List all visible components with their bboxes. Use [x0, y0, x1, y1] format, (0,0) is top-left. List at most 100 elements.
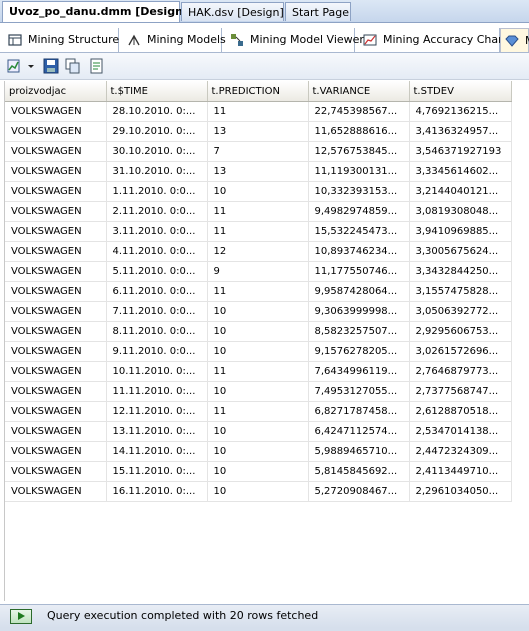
table-cell: 9,4982974859... — [308, 201, 410, 222]
table-cell: 11 — [207, 401, 309, 422]
table-cell: 6,4247112574... — [308, 421, 410, 442]
grid-header-row: proizvodjac t.$TIME t.PREDICTION t.VARIANCE… — [5, 81, 512, 102]
table-cell: 7,4953127055... — [308, 381, 410, 402]
copy-icon[interactable] — [64, 57, 82, 75]
tab-mining-accuracy-chart[interactable]: Mining Accuracy Chart — [355, 28, 507, 52]
table-row[interactable]: VOLKSWAGEN 1.11.2010. 0:0... 10 10,33239315… — [5, 181, 512, 202]
table-cell: VOLKSWAGEN — [5, 261, 107, 282]
tab-label: Mining Accuracy Chart — [383, 33, 507, 46]
table-cell: VOLKSWAGEN — [5, 301, 107, 322]
table-cell: 12,576753845... — [308, 141, 410, 162]
table-cell: 10 — [207, 461, 309, 482]
save-icon[interactable] — [42, 57, 60, 75]
table-row[interactable]: VOLKSWAGEN 2.11.2010. 0:0... 11 9,498297485… — [5, 201, 512, 222]
chevron-down-icon[interactable] — [26, 57, 36, 75]
table-cell: VOLKSWAGEN — [5, 361, 107, 382]
table-cell: 3,0819308048... — [409, 201, 512, 222]
table-row[interactable]: VOLKSWAGEN 30.10.2010. 0:... 7 12,576753845… — [5, 141, 512, 162]
tab-mining-models[interactable]: Mining Models — [119, 28, 226, 52]
table-cell: 22,745398567... — [308, 101, 410, 122]
column-header[interactable]: proizvodjac — [5, 81, 107, 102]
mining-models-icon — [128, 34, 140, 46]
table-cell: 28.10.2010. 0:... — [106, 101, 208, 122]
table-cell: 7.11.2010. 0:0... — [106, 301, 208, 322]
tab-start-page[interactable]: Start Page — [285, 2, 351, 21]
table-cell: 11 — [207, 101, 309, 122]
table-cell: VOLKSWAGEN — [5, 381, 107, 402]
column-header[interactable]: t.VARIANCE — [308, 81, 410, 102]
table-cell: 9 — [207, 261, 309, 282]
tab-uvoz-dmm-design[interactable]: Uvoz_po_danu.dmm [Design] — [2, 1, 188, 22]
table-cell: 10 — [207, 381, 309, 402]
results-grid[interactable]: proizvodjac t.$TIME t.PREDICTION t.VARIANCE… — [4, 81, 529, 601]
tab-hak-dsv-design[interactable]: HAK.dsv [Design] — [181, 2, 284, 21]
table-cell: 3,2144040121... — [409, 181, 512, 202]
column-header[interactable]: t.$TIME — [106, 81, 208, 102]
table-cell: 10 — [207, 341, 309, 362]
model-viewer-icon — [231, 34, 243, 46]
table-cell: VOLKSWAGEN — [5, 101, 107, 122]
table-cell: 8.11.2010. 0:0... — [106, 321, 208, 342]
table-cell: 2,5347014138... — [409, 421, 512, 442]
table-row[interactable]: VOLKSWAGEN 29.10.2010. 0:... 13 11,65288861… — [5, 121, 512, 142]
table-cell: 10,893746234... — [308, 241, 410, 262]
query-complete-icon[interactable] — [10, 609, 32, 624]
table-cell: VOLKSWAGEN — [5, 481, 107, 502]
table-row[interactable]: VOLKSWAGEN 5.11.2010. 0:0... 9 11,177550746… — [5, 261, 512, 282]
table-row[interactable]: VOLKSWAGEN 11.11.2010. 0:... 10 7,495312705… — [5, 381, 512, 402]
tab-mining-structure[interactable]: Mining Structure — [0, 28, 119, 52]
table-cell: VOLKSWAGEN — [5, 141, 107, 162]
table-cell: 7 — [207, 141, 309, 162]
tab-label: M — [525, 34, 529, 47]
tab-mining-model-viewer[interactable]: Mining Model Viewer — [222, 28, 364, 52]
table-row[interactable]: VOLKSWAGEN 31.10.2010. 0:... 13 11,11930013… — [5, 161, 512, 182]
table-row[interactable]: VOLKSWAGEN 10.11.2010. 0:... 11 7,643499611… — [5, 361, 512, 382]
table-cell: 2,4472324309... — [409, 441, 512, 462]
prediction-query-icon — [505, 35, 519, 47]
table-row[interactable]: VOLKSWAGEN 3.11.2010. 0:0... 11 15,53224547… — [5, 221, 512, 242]
table-row[interactable]: VOLKSWAGEN 16.11.2010. 0:... 10 5,272090846… — [5, 481, 512, 502]
table-cell: 11 — [207, 281, 309, 302]
table-cell: 3,4136324957... — [409, 121, 512, 142]
table-row[interactable]: VOLKSWAGEN 14.11.2010. 0:... 10 5,988946571… — [5, 441, 512, 462]
table-cell: VOLKSWAGEN — [5, 421, 107, 442]
table-cell: VOLKSWAGEN — [5, 441, 107, 462]
designer-tab-bar: Mining Structure Mining Models Mining Mo… — [0, 28, 529, 53]
table-row[interactable]: VOLKSWAGEN 12.11.2010. 0:... 11 6,827178745… — [5, 401, 512, 422]
table-cell: 10 — [207, 301, 309, 322]
table-cell: 11 — [207, 361, 309, 382]
table-row[interactable]: VOLKSWAGEN 6.11.2010. 0:0... 11 9,958742806… — [5, 281, 512, 302]
table-row[interactable]: VOLKSWAGEN 15.11.2010. 0:... 10 5,814584569… — [5, 461, 512, 482]
table-cell: 3,1557475828... — [409, 281, 512, 302]
table-row[interactable]: VOLKSWAGEN 28.10.2010. 0:... 11 22,74539856… — [5, 101, 512, 122]
mining-structure-icon — [8, 34, 22, 46]
table-cell: 29.10.2010. 0:... — [106, 121, 208, 142]
table-cell: VOLKSWAGEN — [5, 401, 107, 422]
column-header[interactable]: t.PREDICTION — [207, 81, 309, 102]
tab-label: Mining Models — [147, 33, 226, 46]
table-cell: 2,2961034050... — [409, 481, 512, 502]
table-cell: 9,9587428064... — [308, 281, 410, 302]
table-cell: 2,6128870518... — [409, 401, 512, 422]
table-cell: 11,652888616... — [308, 121, 410, 142]
export-icon[interactable] — [88, 57, 106, 75]
table-cell: 5,9889465710... — [308, 441, 410, 462]
table-row[interactable]: VOLKSWAGEN 9.11.2010. 0:0... 10 9,157627820… — [5, 341, 512, 362]
table-cell: VOLKSWAGEN — [5, 281, 107, 302]
table-row[interactable]: VOLKSWAGEN 13.11.2010. 0:... 10 6,424711257… — [5, 421, 512, 442]
table-cell: VOLKSWAGEN — [5, 121, 107, 142]
table-cell: 3,9410969885... — [409, 221, 512, 242]
status-bar: Query execution completed with 20 rows f… — [0, 604, 529, 628]
table-cell: 13 — [207, 161, 309, 182]
table-cell: 11 — [207, 221, 309, 242]
table-row[interactable]: VOLKSWAGEN 7.11.2010. 0:0... 10 9,306399999… — [5, 301, 512, 322]
column-header[interactable]: t.STDEV — [409, 81, 512, 102]
table-cell: 9.11.2010. 0:0... — [106, 341, 208, 362]
table-row[interactable]: VOLKSWAGEN 8.11.2010. 0:0... 10 8,582325750… — [5, 321, 512, 342]
table-row[interactable]: VOLKSWAGEN 4.11.2010. 0:0... 12 10,89374623… — [5, 241, 512, 262]
design-mode-icon[interactable] — [6, 57, 24, 75]
tab-mining-model-prediction[interactable]: M — [500, 28, 529, 52]
table-cell: 3,546371927193 — [409, 141, 512, 162]
table-cell: 7,6434996119... — [308, 361, 410, 382]
table-cell: 3.11.2010. 0:0... — [106, 221, 208, 242]
